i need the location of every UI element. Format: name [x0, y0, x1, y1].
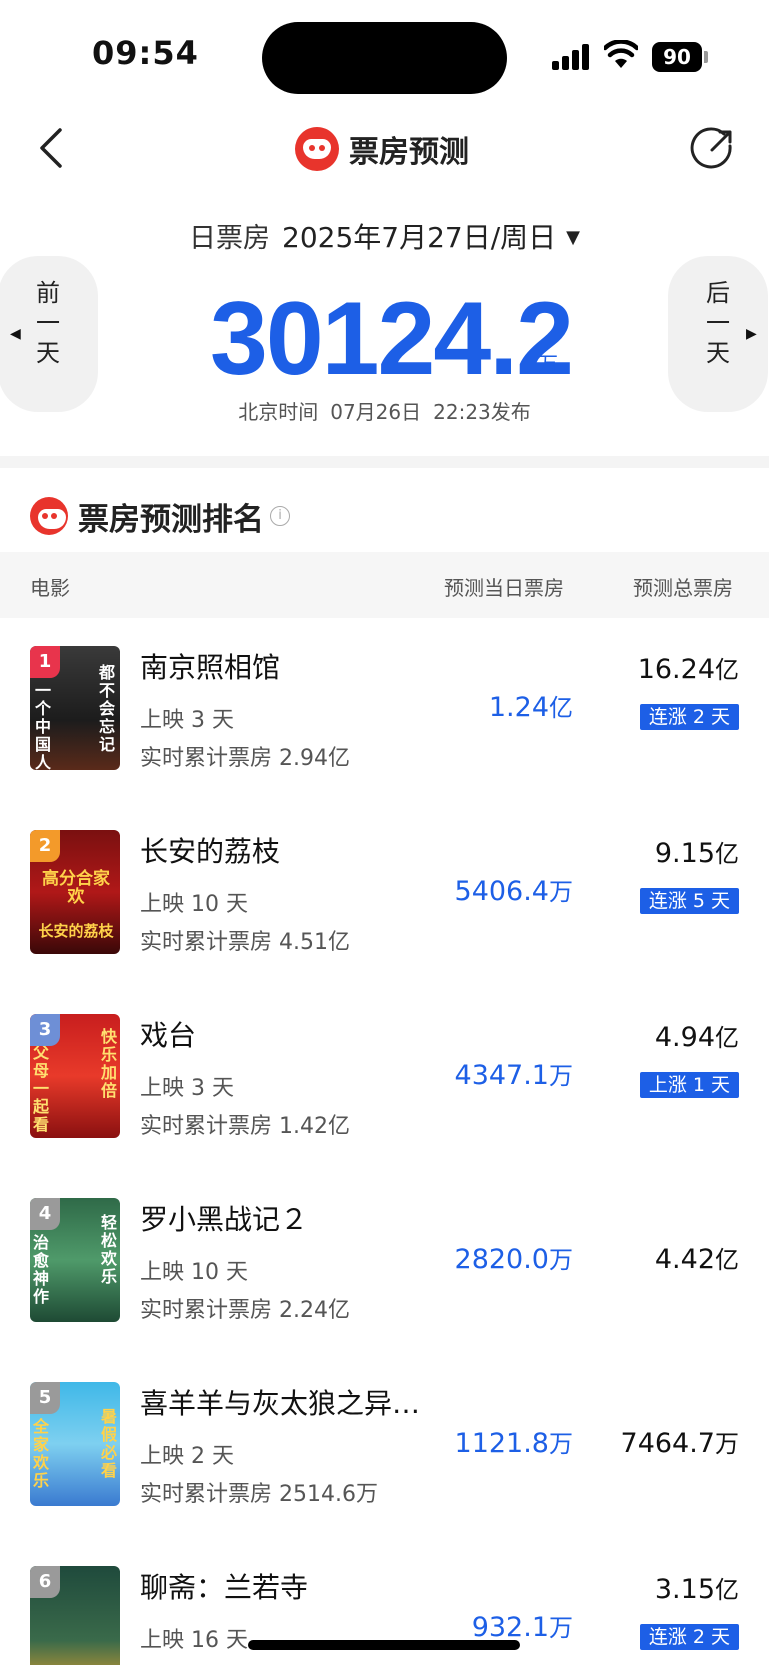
next-day-label: 后一天	[706, 279, 730, 367]
total-box-value: 4.42亿	[654, 1244, 739, 1275]
forecast-unit: 万	[538, 352, 558, 376]
day-box-value: 2820.0万	[454, 1244, 573, 1275]
total-box-value: 7464.7万	[620, 1428, 739, 1459]
caret-right-icon: ▶	[746, 326, 757, 342]
publish-prefix: 北京时间	[238, 400, 319, 424]
release-days: 上映 16 天	[140, 1628, 248, 1653]
movie-title: 戏台	[140, 1019, 197, 1052]
share-icon[interactable]	[690, 126, 736, 172]
wifi-icon	[604, 40, 638, 68]
movie-title: 聊斋：兰若寺	[140, 1571, 309, 1604]
movie-poster: 4 治愈神作 轻松欢乐	[30, 1198, 120, 1322]
rank-badge: 1	[30, 646, 60, 678]
cumulative-box: 实时累计票房 2.24亿	[140, 1298, 350, 1323]
cumulative-box: 实时累计票房 4.51亿	[140, 930, 350, 955]
status-time: 09:54	[92, 34, 199, 72]
chevron-left-icon[interactable]	[30, 120, 80, 176]
day-box-value: 1.24亿	[488, 692, 573, 723]
ranking-title: 票房预测排名	[78, 501, 264, 538]
caret-down-icon[interactable]: ▼	[566, 227, 580, 248]
day-box-value: 5406.4万	[454, 876, 573, 907]
rank-badge: 2	[30, 830, 60, 862]
movie-row[interactable]: 1 一个中国人 都不会忘记 南京照相馆 上映 3 天 实时累计票房 2.94亿 …	[0, 618, 769, 802]
total-box-value: 3.15亿	[654, 1574, 739, 1605]
movie-poster: 1 一个中国人 都不会忘记	[30, 646, 120, 770]
caret-left-icon: ◀	[10, 326, 21, 342]
poster-text: 长安的荔枝	[38, 922, 114, 940]
release-days: 上映 10 天	[140, 1260, 248, 1285]
day-box-value: 1121.8万	[454, 1428, 573, 1459]
header-day-box: 预测当日票房	[444, 576, 564, 600]
rank-badge: 4	[30, 1198, 60, 1230]
maoyan-logo-icon	[30, 497, 68, 535]
nav-title-group: 票房预测	[295, 124, 469, 174]
publish-time: 北京时间 07月26日 22:23发布	[0, 396, 769, 425]
trend-badge: 上涨 1 天	[639, 1072, 739, 1098]
trend-badge: 连涨 2 天	[639, 704, 739, 730]
poster-text: 一个中国人	[34, 681, 51, 771]
table-header: 电影 预测当日票房 预测总票房	[0, 552, 769, 618]
release-days: 上映 3 天	[140, 1076, 234, 1101]
poster-text: 轻松欢乐	[100, 1213, 117, 1286]
date-label: 日票房	[189, 223, 270, 254]
date-selector[interactable]: 日票房 2025年7月27日/周日 ▼	[0, 216, 769, 256]
cumulative-box: 实时累计票房 1.42亿	[140, 1114, 350, 1139]
movie-row[interactable]: 4 治愈神作 轻松欢乐 罗小黑战记２ 上映 10 天 实时累计票房 2.24亿 …	[0, 1170, 769, 1354]
movie-title: 喜羊羊与灰太狼之异…	[140, 1387, 421, 1420]
movie-poster: 5 全家欢乐 暑假必看	[30, 1382, 120, 1506]
trend-badge: 连涨 2 天	[639, 1624, 739, 1650]
poster-text: 全家欢乐	[32, 1417, 49, 1490]
poster-text: 快乐加倍	[100, 1027, 117, 1100]
nav-header: 票房预测	[0, 110, 769, 190]
page-title: 票房预测	[349, 135, 469, 170]
total-box-value: 4.94亿	[654, 1022, 739, 1053]
poster-text: 高分合家欢	[42, 869, 110, 907]
rank-badge: 3	[30, 1014, 60, 1046]
prev-day-label: 前一天	[36, 279, 60, 367]
trend-badge: 连涨 5 天	[639, 888, 739, 914]
poster-text: 都不会忘记	[98, 663, 115, 754]
status-bar: 09:54 90	[0, 0, 769, 110]
movie-row[interactable]: 2 高分合家欢 长安的荔枝 长安的荔枝 上映 10 天 实时累计票房 4.51亿…	[0, 802, 769, 986]
section-divider	[0, 456, 769, 468]
day-box-value: 4347.1万	[454, 1060, 573, 1091]
maoyan-logo-icon	[295, 127, 339, 171]
total-box-value: 16.24亿	[637, 654, 739, 685]
forecast-total-value: 30124.2	[210, 281, 574, 397]
publish-date: 07月26日	[330, 400, 422, 424]
rank-badge: 5	[30, 1382, 60, 1414]
movie-poster: 3 父母一起看 快乐加倍	[30, 1014, 120, 1138]
movie-title: 长安的荔枝	[140, 835, 281, 868]
home-indicator[interactable]	[248, 1640, 520, 1650]
day-box-value: 932.1万	[471, 1612, 573, 1643]
info-icon[interactable]: i	[270, 506, 290, 526]
movie-title: 南京照相馆	[140, 651, 281, 684]
prev-day-button[interactable]: ◀ 前一天	[0, 256, 98, 412]
date-value[interactable]: 2025年7月27日/周日	[282, 221, 556, 254]
movie-row[interactable]: 3 父母一起看 快乐加倍 戏台 上映 3 天 实时累计票房 1.42亿 4347…	[0, 986, 769, 1170]
movie-poster: 2 高分合家欢 长安的荔枝	[30, 830, 120, 954]
poster-text: 父母一起看	[32, 1043, 49, 1134]
header-movie: 电影	[30, 576, 70, 600]
dynamic-island	[262, 22, 507, 94]
header-total-box: 预测总票房	[633, 576, 733, 600]
cumulative-box: 实时累计票房 2.94亿	[140, 746, 350, 771]
release-days: 上映 2 天	[140, 1444, 234, 1469]
next-day-button[interactable]: 后一天 ▶	[668, 256, 768, 412]
total-box-value: 9.15亿	[654, 838, 739, 869]
cumulative-box: 实时累计票房 2514.6万	[140, 1482, 378, 1507]
release-days: 上映 10 天	[140, 892, 248, 917]
movie-title: 罗小黑战记２	[140, 1203, 309, 1236]
rank-badge: 6	[30, 1566, 60, 1598]
movie-row[interactable]: 5 全家欢乐 暑假必看 喜羊羊与灰太狼之异… 上映 2 天 实时累计票房 251…	[0, 1354, 769, 1538]
publish-clock: 22:23发布	[433, 400, 531, 424]
movie-poster: 6	[30, 1566, 120, 1665]
battery-icon: 90	[652, 42, 702, 72]
release-days: 上映 3 天	[140, 708, 234, 733]
poster-text: 暑假必看	[100, 1407, 117, 1480]
poster-text: 治愈神作	[32, 1233, 49, 1306]
cellular-signal-icon	[552, 44, 592, 70]
ranking-header: 票房预测排名 i	[30, 494, 290, 538]
battery-tip	[704, 51, 708, 63]
